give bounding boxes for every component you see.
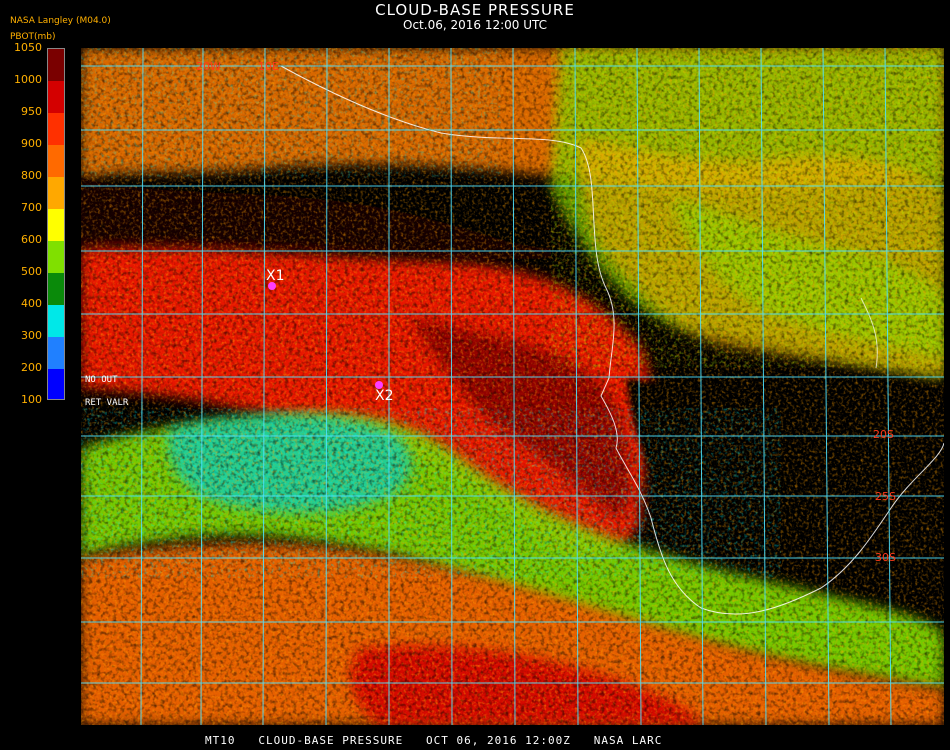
legend-tick-label: 400 (21, 297, 42, 310)
legend-tick-label: 800 (21, 169, 42, 182)
legend-swatch (48, 369, 64, 399)
map-subtitle: Oct.06, 2016 12:00 UTC (403, 18, 547, 32)
latitude-label: 30S (875, 551, 896, 564)
data-source-label: NASA Langley (M04.0) (10, 16, 111, 26)
legend-tick-label: 900 (21, 137, 42, 150)
legend-swatch (48, 81, 64, 113)
longitude-label: 10E (258, 60, 279, 73)
map-title: CLOUD-BASE PRESSURE (375, 1, 575, 19)
legend-swatch (48, 49, 64, 81)
latitude-label: 25S (875, 490, 896, 503)
legend-tick-label: 700 (21, 201, 42, 214)
legend-swatch (48, 241, 64, 273)
legend-tick-label: 200 (21, 361, 42, 374)
color-legend-bar (47, 48, 65, 400)
legend-tick-label: 100 (21, 393, 42, 406)
legend-swatch (48, 337, 64, 369)
legend-swatch (48, 305, 64, 337)
map-canvas (81, 48, 944, 725)
retrieval-valid-label: RET VALR (85, 398, 129, 408)
marker-x2-label: X2 (375, 388, 394, 404)
legend-tick-label: 1050 (14, 41, 42, 54)
longitude-label: 20W (196, 60, 221, 73)
legend-tick-label: 500 (21, 265, 42, 278)
no-retrieval-label: NO OUT (85, 375, 118, 385)
latitude-label: 20S (873, 428, 894, 441)
footer-caption: MT10 CLOUD-BASE PRESSURE OCT 06, 2016 12… (205, 734, 663, 747)
legend-tick-label: 1000 (14, 73, 42, 86)
cloud-field (81, 48, 944, 725)
satellite-map: NO OUT RET VALR X1 X2 20W 10E 20S 25S 30… (81, 48, 944, 725)
legend-tick-label: 950 (21, 105, 42, 118)
marker-x1-label: X1 (266, 268, 285, 284)
legend-swatch (48, 177, 64, 209)
legend-swatch (48, 145, 64, 177)
legend-tick-label: 300 (21, 329, 42, 342)
legend-swatch (48, 273, 64, 305)
legend-swatch (48, 113, 64, 145)
legend-tick-label: 600 (21, 233, 42, 246)
legend-swatch (48, 209, 64, 241)
